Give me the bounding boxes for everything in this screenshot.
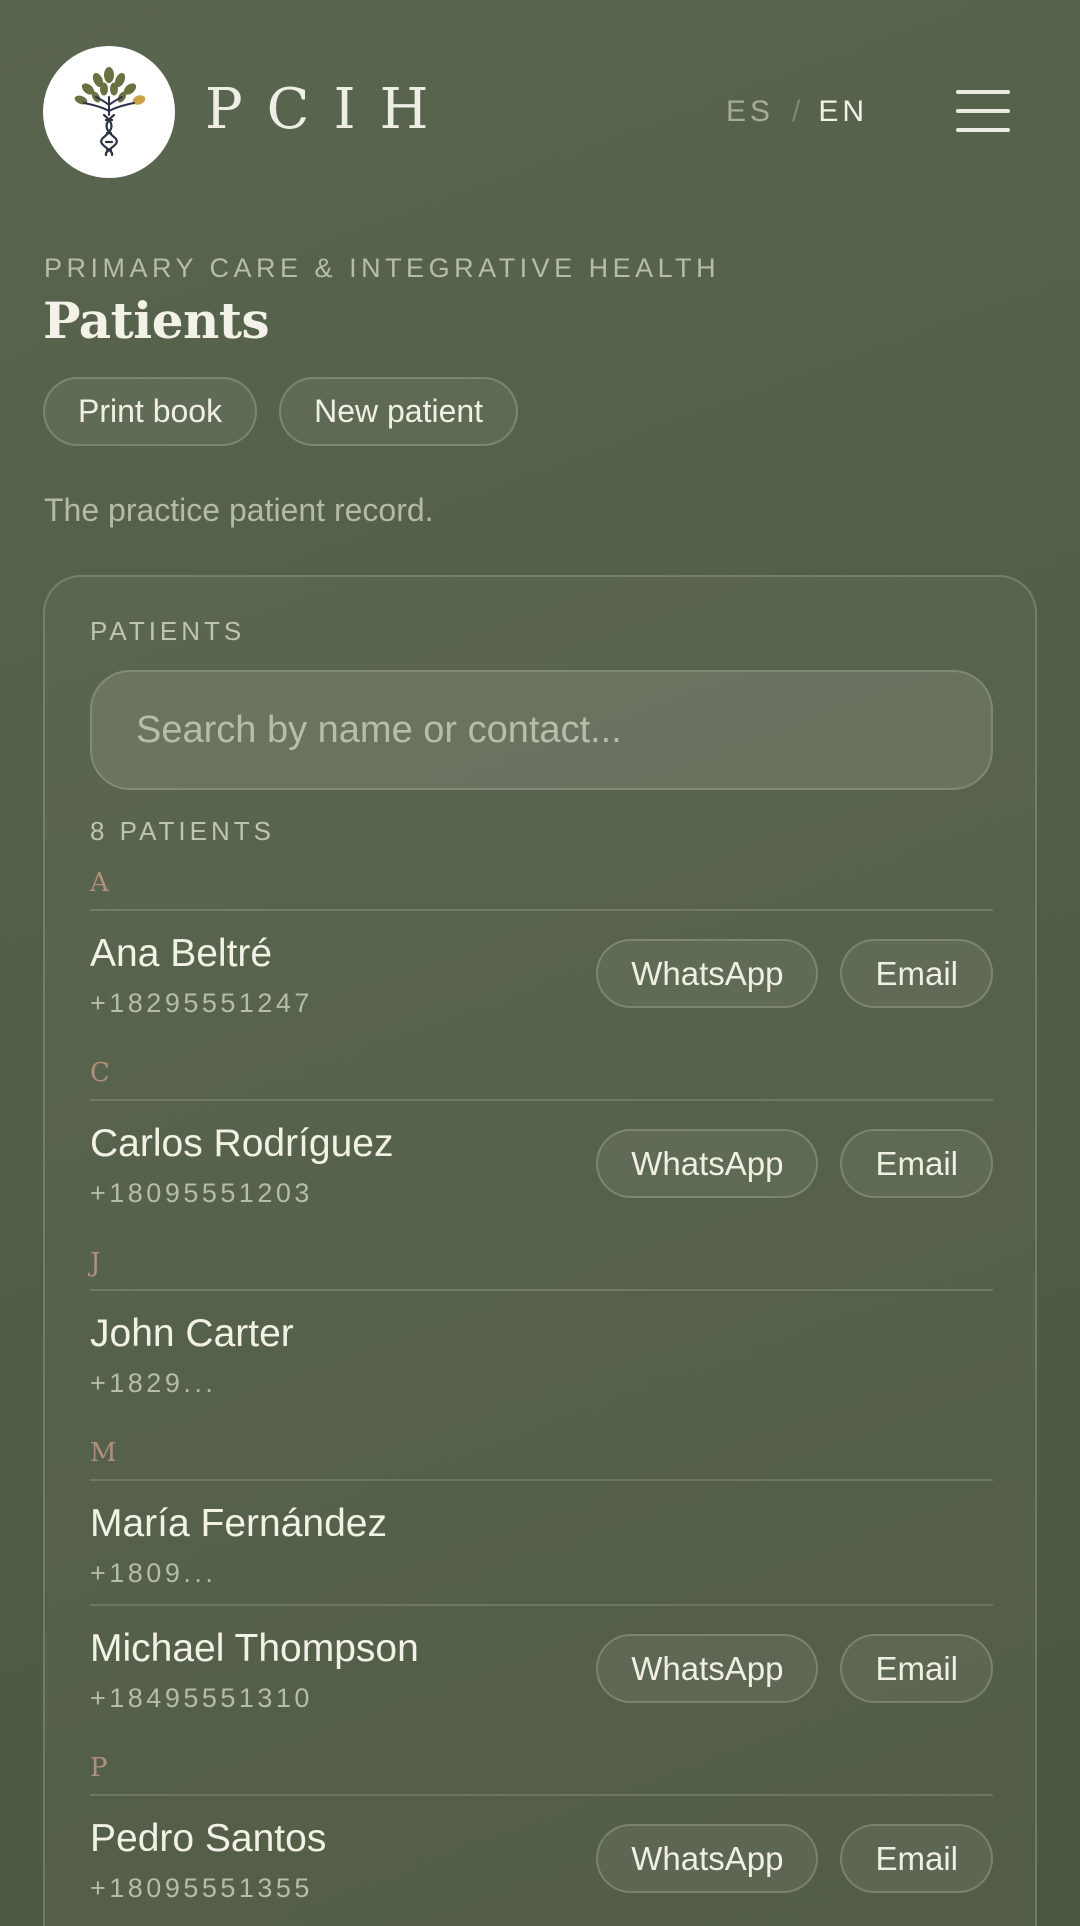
contact-buttons: WhatsApp Email: [596, 939, 993, 1008]
letter-heading: J: [90, 1248, 101, 1278]
patient-row[interactable]: Michael Thompson +18495551310 WhatsApp E…: [90, 1606, 993, 1742]
patient-name: Ana Beltré: [90, 932, 273, 975]
lang-en-link[interactable]: EN: [818, 95, 868, 128]
letter-divider: J: [90, 1237, 993, 1291]
patient-count: 8 PATIENTS: [90, 816, 275, 846]
contact-buttons: WhatsApp Email: [596, 1824, 993, 1893]
patient-phone: +18495551310: [90, 1683, 313, 1713]
letter-heading: A: [90, 868, 109, 898]
header: PCIH ES / EN: [0, 0, 1080, 224]
email-button[interactable]: Email: [840, 1824, 993, 1893]
lang-es-link[interactable]: ES: [726, 95, 774, 128]
patient-name: Pedro Santos: [90, 1817, 327, 1860]
letter-divider: M: [90, 1427, 993, 1481]
patient-name: Michael Thompson: [90, 1627, 419, 1670]
language-switcher: ES / EN: [726, 92, 868, 132]
print-book-button[interactable]: Print book: [43, 377, 258, 446]
page-eyebrow: PRIMARY CARE & INTEGRATIVE HEALTH: [44, 253, 721, 283]
whatsapp-button[interactable]: WhatsApp: [596, 1824, 819, 1893]
patient-phone: +18095551355: [90, 1873, 313, 1903]
card-label: PATIENTS: [90, 616, 246, 646]
email-button[interactable]: Email: [840, 1634, 993, 1703]
patient-row[interactable]: Ana Beltré +18295551247 WhatsApp Email: [90, 911, 993, 1047]
brand-name: PCIH: [205, 77, 453, 142]
new-patient-button[interactable]: New patient: [279, 377, 519, 446]
patient-phone: +18095551203: [90, 1178, 313, 1208]
search-field[interactable]: [90, 670, 993, 790]
whatsapp-button[interactable]: WhatsApp: [596, 1634, 819, 1703]
patient-name: Carlos Rodríguez: [90, 1122, 394, 1165]
logo[interactable]: [43, 46, 175, 178]
whatsapp-button[interactable]: WhatsApp: [596, 1129, 819, 1198]
patient-row[interactable]: Pedro Santos +18095551355 WhatsApp Email: [90, 1796, 993, 1926]
letter-divider: A: [90, 857, 993, 911]
menu-bar: [956, 90, 1010, 94]
search-input[interactable]: [136, 708, 947, 752]
letter-heading: P: [90, 1753, 108, 1783]
email-button[interactable]: Email: [840, 1129, 993, 1198]
letter-divider: C: [90, 1047, 993, 1101]
contact-buttons: WhatsApp Email: [596, 1129, 993, 1198]
lang-separator: /: [792, 95, 801, 128]
patient-phone: +18295551247: [90, 988, 313, 1018]
letter-heading: C: [90, 1058, 110, 1088]
email-button[interactable]: Email: [840, 939, 993, 1008]
page-subtitle: The practice patient record.: [44, 492, 434, 528]
patient-row[interactable]: John Carter +1829...: [90, 1291, 993, 1427]
tree-dna-logo-icon: [74, 67, 146, 157]
page-actions: Print book New patient: [43, 377, 519, 446]
patient-row[interactable]: Carlos Rodríguez +18095551203 WhatsApp E…: [90, 1101, 993, 1237]
patient-phone: +1809...: [90, 1558, 217, 1588]
contact-buttons: WhatsApp Email: [596, 1634, 993, 1703]
menu-bar: [956, 109, 1010, 113]
letter-divider: P: [90, 1742, 993, 1796]
patients-card: PATIENTS 8 PATIENTS A Ana Beltré +182955…: [43, 575, 1037, 1926]
menu-bar: [956, 128, 1010, 132]
hamburger-menu-icon[interactable]: [956, 90, 1010, 132]
patient-name: John Carter: [90, 1312, 294, 1355]
patient-name: María Fernández: [90, 1502, 387, 1545]
page-title: Patients: [43, 291, 270, 350]
patient-phone: +1829...: [90, 1368, 217, 1398]
patient-row[interactable]: María Fernández +1809...: [90, 1481, 993, 1606]
letter-heading: M: [90, 1438, 117, 1468]
whatsapp-button[interactable]: WhatsApp: [596, 939, 819, 1008]
patient-list: A Ana Beltré +18295551247 WhatsApp Email…: [90, 857, 993, 1926]
